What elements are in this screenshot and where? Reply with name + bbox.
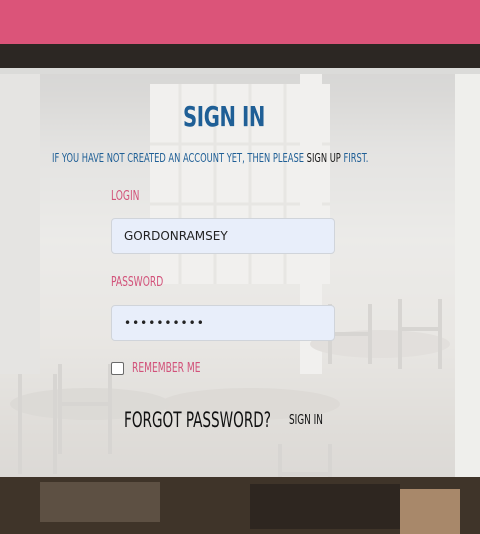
login-label: Login: [111, 189, 140, 204]
remember-me-checkbox[interactable]: [111, 362, 124, 375]
login-input[interactable]: [111, 218, 335, 254]
signup-link[interactable]: sign up: [307, 150, 341, 165]
remember-me-label[interactable]: Remember me: [132, 361, 201, 376]
signup-prompt-text-before: If you have not created an account yet, …: [52, 150, 307, 165]
password-input[interactable]: [111, 305, 335, 341]
sign-in-panel: Sign In If you have not created an accou…: [0, 68, 480, 477]
signup-prompt: If you have not created an account yet, …: [52, 150, 368, 165]
sign-in-button[interactable]: Sign In: [289, 413, 323, 428]
top-bar: [0, 0, 480, 44]
page-title: Sign In: [183, 100, 265, 133]
remember-me-row: Remember me: [111, 361, 220, 376]
signup-prompt-text-after: first.: [340, 150, 369, 165]
password-label: Password: [111, 275, 164, 290]
forgot-password-link[interactable]: Forgot password?: [124, 408, 271, 432]
